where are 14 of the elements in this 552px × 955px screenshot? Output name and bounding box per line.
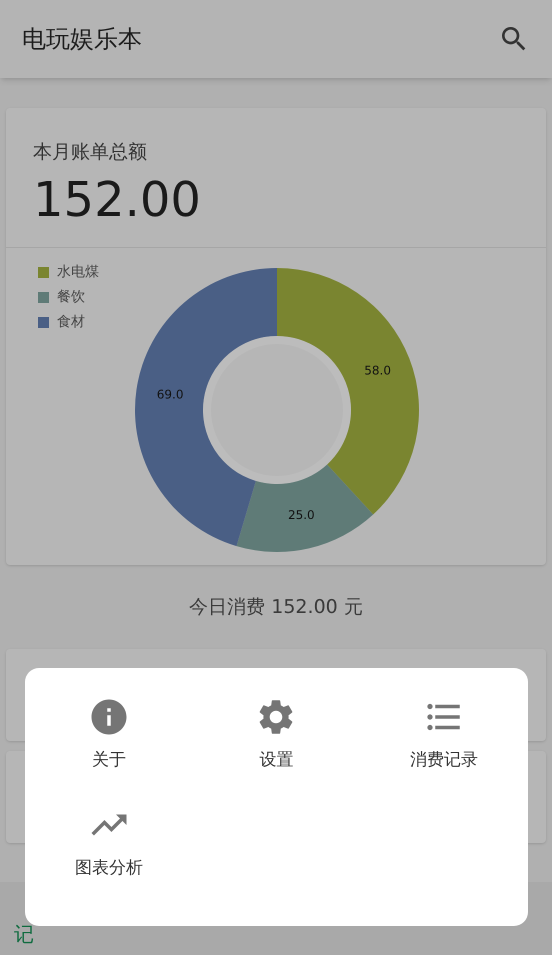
menu-item[interactable]: 消费记录: [360, 696, 528, 804]
app-title: 电玩娱乐本: [22, 24, 142, 55]
menu-item[interactable]: 关于: [25, 696, 193, 804]
menu-item[interactable]: 设置: [192, 696, 360, 804]
value-label: 69.0: [156, 386, 184, 401]
summary-label: 本月账单总额: [33, 140, 148, 165]
value-label: 58.0: [364, 363, 391, 378]
menu-item[interactable]: 图表分析: [25, 804, 193, 912]
today-spending: 今日消费 152.00 元: [189, 594, 363, 620]
legend-label: 水电煤: [57, 262, 99, 282]
legend-label: 食材: [57, 312, 85, 332]
legend-label: 餐饮: [57, 288, 85, 306]
value-label: 25.0: [288, 508, 315, 522]
summary-amount: 152.00: [33, 170, 202, 228]
